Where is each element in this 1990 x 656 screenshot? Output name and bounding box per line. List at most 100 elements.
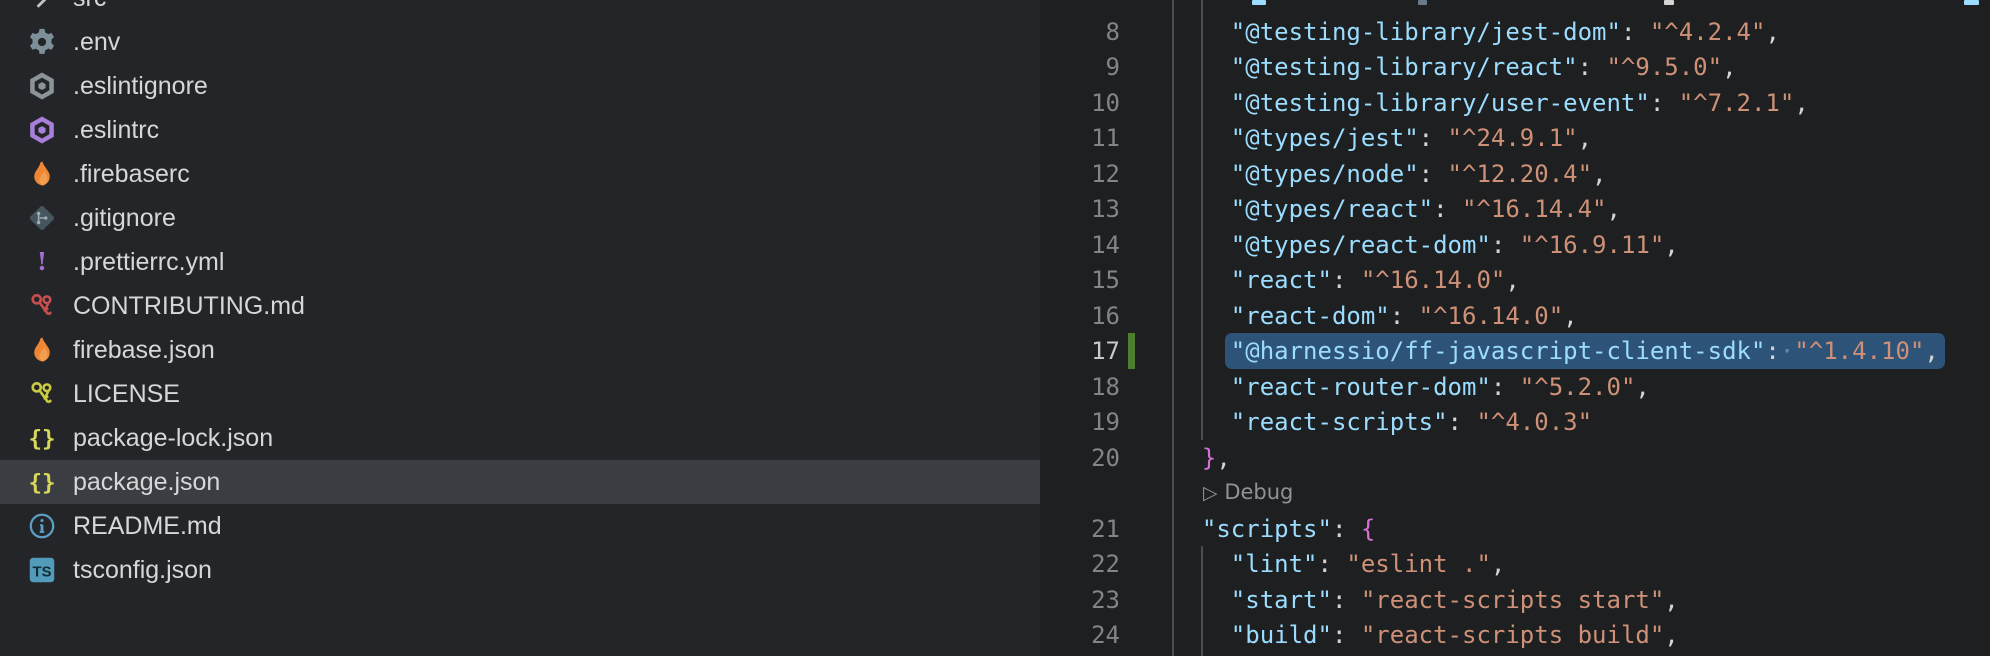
code-text: "@types/node": "^12.20.4", [1173, 156, 1607, 192]
token-ws-indent [1173, 621, 1231, 649]
file-name: .gitignore [73, 204, 176, 233]
line-number-13[interactable]: 13 [1040, 191, 1120, 227]
keys-icon [26, 290, 58, 322]
line-number-9[interactable]: 9 [1040, 49, 1120, 85]
token-pun: : [1419, 160, 1433, 188]
sidebar-item-firebase-json[interactable]: firebase.json [0, 328, 1040, 372]
token-key: "start" [1231, 586, 1332, 614]
code-line-20[interactable]: 20 }, [1040, 440, 1990, 476]
token-ws: · [1780, 337, 1794, 365]
code-line-10[interactable]: 10 "@testing-library/user-event": "^7.2.… [1040, 85, 1990, 121]
file-explorer: src.env .eslintignore .eslintrc .firebaserc… [0, 0, 1040, 656]
line-number-8[interactable]: 8 [1040, 14, 1120, 50]
code-line-19[interactable]: 19 "react-scripts": "^4.0.3" [1040, 404, 1990, 440]
code-text: "react-router-dom": "^5.2.0", [1173, 369, 1650, 405]
token-ws-indent [1433, 160, 1447, 188]
sidebar-item-env[interactable]: .env [0, 20, 1040, 64]
token-key: "@testing-library/react" [1231, 53, 1578, 81]
token-str: "react-scripts build" [1361, 621, 1664, 649]
code-text: "react-dom": "^16.14.0", [1173, 298, 1578, 334]
line-number-19[interactable]: 19 [1040, 404, 1120, 440]
line-number-16[interactable]: 16 [1040, 298, 1120, 334]
line-number-17[interactable]: 17 [1040, 333, 1120, 369]
editor-pane[interactable]: 8 "@testing-library/jest-dom": "^4.2.4",… [1040, 0, 1990, 656]
code-line-22[interactable]: 22 "lint": "eslint .", [1040, 546, 1990, 582]
token-str: "^7.2.1" [1679, 89, 1795, 117]
token-key: "@types/jest" [1231, 124, 1419, 152]
token-pun: , [1592, 160, 1606, 188]
token-ws-indent [1173, 89, 1231, 117]
token-ws-indent [1173, 373, 1231, 401]
token-pun: , [1794, 89, 1808, 117]
sidebar-item-firebaserc[interactable]: .firebaserc [0, 152, 1040, 196]
code-line-17[interactable]: 17 "@harnessio/ff-javascript-client-sdk"… [1040, 333, 1990, 369]
sidebar-item-tsconfig-json[interactable]: TStsconfig.json [0, 548, 1040, 592]
code-text: }, [1173, 440, 1231, 476]
token-str: "^5.2.0" [1520, 373, 1636, 401]
sidebar-folder-src[interactable]: src [0, 0, 1040, 20]
code-line-18[interactable]: 18 "react-router-dom": "^5.2.0", [1040, 369, 1990, 405]
token-ws-indent [1346, 266, 1360, 294]
code-line-15[interactable]: 15 "react": "^16.14.0", [1040, 262, 1990, 298]
sidebar-item-contributing-md[interactable]: CONTRIBUTING.md [0, 284, 1040, 328]
token-str: "^24.9.1" [1448, 124, 1578, 152]
line-number-22[interactable]: 22 [1040, 546, 1120, 582]
file-name: package-lock.json [73, 424, 273, 453]
token-str: "react-scripts start" [1361, 586, 1664, 614]
line-number-14[interactable]: 14 [1040, 227, 1120, 263]
line-number-15[interactable]: 15 [1040, 262, 1120, 298]
codelens-debug-link[interactable]: ▷ Debug [1203, 475, 1293, 511]
line-number-18[interactable]: 18 [1040, 369, 1120, 405]
line-number-24[interactable]: 24 [1040, 617, 1120, 653]
sidebar-item-eslintignore[interactable]: .eslintignore [0, 64, 1040, 108]
code-line-14[interactable]: 14 "@types/react-dom": "^16.9.11", [1040, 227, 1990, 263]
token-str: "^16.14.4" [1462, 195, 1607, 223]
code-line-16[interactable]: 16 "react-dom": "^16.14.0", [1040, 298, 1990, 334]
token-str: "^4.0.3" [1476, 408, 1592, 436]
sidebar-item-license[interactable]: LICENSE [0, 372, 1040, 416]
line-number-11[interactable]: 11 [1040, 120, 1120, 156]
code-text: "@testing-library/jest-dom": "^4.2.4", [1173, 14, 1780, 50]
sidebar-item-package-json[interactable]: {}package.json [0, 460, 1040, 504]
code-line-12[interactable]: 12 "@types/node": "^12.20.4", [1040, 156, 1990, 192]
token-ws-indent [1173, 302, 1231, 330]
code-line-21[interactable]: 21 "scripts": { [1040, 511, 1990, 547]
line-number-21[interactable]: 21 [1040, 511, 1120, 547]
code-line-9[interactable]: 9 "@testing-library/react": "^9.5.0", [1040, 49, 1990, 85]
gutter-added-indicator [1128, 333, 1135, 369]
sidebar-item-eslintrc[interactable]: .eslintrc [0, 108, 1040, 152]
clipped-glyph-fragment [1418, 0, 1427, 5]
token-key: "build" [1231, 621, 1332, 649]
file-name: firebase.json [73, 336, 215, 365]
code-line-13[interactable]: 13 "@types/react": "^16.14.4", [1040, 191, 1990, 227]
line-number-23[interactable]: 23 [1040, 582, 1120, 618]
token-ws-indent [1173, 550, 1231, 578]
code-line-24[interactable]: 24 "build": "react-scripts build", [1040, 617, 1990, 653]
code-line-11[interactable]: 11 "@types/jest": "^24.9.1", [1040, 120, 1990, 156]
token-key: "react-scripts" [1231, 408, 1448, 436]
sidebar-item-prettierrc-yml[interactable]: !.prettierrc.yml [0, 240, 1040, 284]
code-line-8[interactable]: 8 "@testing-library/jest-dom": "^4.2.4", [1040, 14, 1990, 50]
file-name: .eslintignore [73, 72, 208, 101]
token-ws-indent [1173, 124, 1231, 152]
line-number-10[interactable]: 10 [1040, 85, 1120, 121]
token-ws-indent [1173, 231, 1231, 259]
eslint-gray-icon [26, 70, 58, 102]
token-pun: , [1216, 444, 1230, 472]
line-number-12[interactable]: 12 [1040, 156, 1120, 192]
file-name: .firebaserc [73, 160, 190, 189]
code-text: "scripts": { [1173, 511, 1375, 547]
token-pun: , [1664, 621, 1678, 649]
token-pun: : [1448, 408, 1462, 436]
token-pun: , [1607, 195, 1621, 223]
sidebar-item-package-lock-json[interactable]: {}package-lock.json [0, 416, 1040, 460]
ts-badge-icon: TS [26, 554, 58, 586]
sidebar-item-gitignore[interactable]: .gitignore [0, 196, 1040, 240]
code-text: "@types/react-dom": "^16.9.11", [1173, 227, 1679, 263]
sidebar-item-readme-md[interactable]: README.md [0, 504, 1040, 548]
line-number-20[interactable]: 20 [1040, 440, 1120, 476]
code-line-23[interactable]: 23 "start": "react-scripts start", [1040, 582, 1990, 618]
token-ws-indent [1505, 373, 1519, 401]
token-brc: { [1361, 515, 1375, 543]
info-icon [26, 510, 58, 542]
